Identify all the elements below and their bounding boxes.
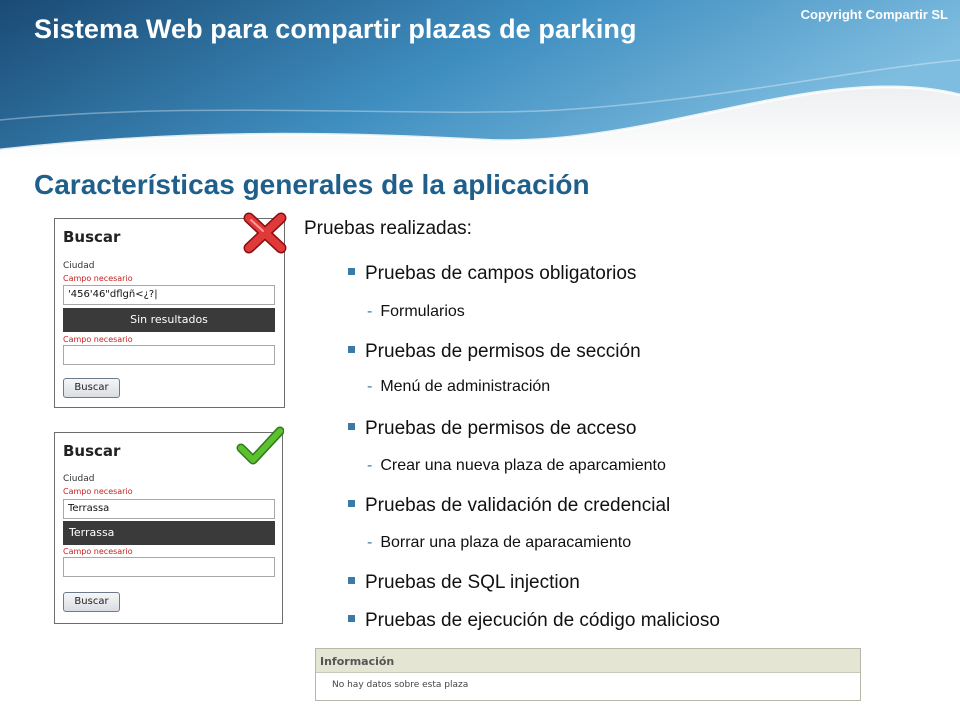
square-bullet-icon	[348, 577, 355, 585]
result-bar: Sin resultados	[63, 308, 275, 332]
info-box: Información No hay datos sobre esta plaz…	[315, 648, 861, 701]
required-message: Campo necesario	[63, 274, 133, 283]
square-bullet-icon	[348, 346, 355, 354]
autocomplete-suggestion[interactable]: Terrassa	[63, 521, 275, 545]
square-bullet-icon	[348, 500, 355, 508]
secondary-input[interactable]	[63, 557, 275, 577]
panel-title: Buscar	[63, 442, 121, 460]
list-item-label: Pruebas de permisos de acceso	[365, 418, 637, 439]
list-item: Pruebas de validación de credencial	[348, 495, 670, 517]
sub-item: - Borrar una plaza de aparacamiento	[367, 534, 632, 551]
square-bullet-icon	[348, 423, 355, 431]
sub-item-label: Formularios	[380, 303, 465, 320]
list-item: Pruebas de campos obligatorios	[348, 263, 636, 285]
slide-title: Sistema Web para compartir plazas de par…	[34, 14, 637, 44]
required-message: Campo necesario	[63, 487, 133, 496]
list-item-label: Pruebas de SQL injection	[365, 572, 580, 593]
sub-item-label: Crear una nueva plaza de aparcamiento	[380, 457, 666, 474]
list-item: Pruebas de ejecución de código malicioso	[348, 610, 720, 632]
city-label: Ciudad	[63, 261, 95, 271]
required-message: Campo necesario	[63, 335, 133, 344]
info-box-title: Información	[316, 649, 860, 673]
city-input[interactable]: Terrassa	[63, 499, 275, 519]
green-checkmark-icon	[236, 426, 284, 465]
sub-item: - Menú de administración	[367, 378, 551, 395]
panel-title: Buscar	[63, 228, 121, 246]
tests-heading: Pruebas realizadas:	[304, 218, 472, 239]
search-button[interactable]: Buscar	[63, 592, 120, 612]
list-item-label: Pruebas de validación de credencial	[365, 495, 671, 516]
list-item: Pruebas de SQL injection	[348, 572, 580, 594]
copyright-text: Copyright Compartir SL	[800, 7, 948, 22]
list-item-label: Pruebas de campos obligatorios	[365, 263, 637, 284]
result-text: Sin resultados	[130, 313, 208, 326]
list-item: Pruebas de permisos de acceso	[348, 418, 636, 440]
city-label: Ciudad	[63, 474, 95, 484]
info-box-text: No hay datos sobre esta plaza	[332, 680, 469, 690]
sub-item-label: Menú de administración	[380, 378, 551, 395]
square-bullet-icon	[348, 268, 355, 276]
search-button[interactable]: Buscar	[63, 378, 120, 398]
required-message: Campo necesario	[63, 547, 133, 556]
list-item-label: Pruebas de permisos de sección	[365, 341, 641, 362]
city-input[interactable]: '456'46"dflgñ<¿?|	[63, 285, 275, 305]
list-item: Pruebas de permisos de sección	[348, 341, 641, 363]
section-title: Características generales de la aplicaci…	[34, 169, 590, 200]
square-bullet-icon	[348, 615, 355, 623]
secondary-input[interactable]	[63, 345, 275, 365]
sub-item: - Formularios	[367, 303, 465, 320]
sub-item-label: Borrar una plaza de aparacamiento	[380, 534, 632, 551]
sub-item: - Crear una nueva plaza de aparcamiento	[367, 457, 666, 474]
red-x-cross-icon	[243, 212, 287, 254]
list-item-label: Pruebas de ejecución de código malicioso	[365, 610, 720, 631]
suggestion-text: Terrassa	[69, 526, 115, 539]
